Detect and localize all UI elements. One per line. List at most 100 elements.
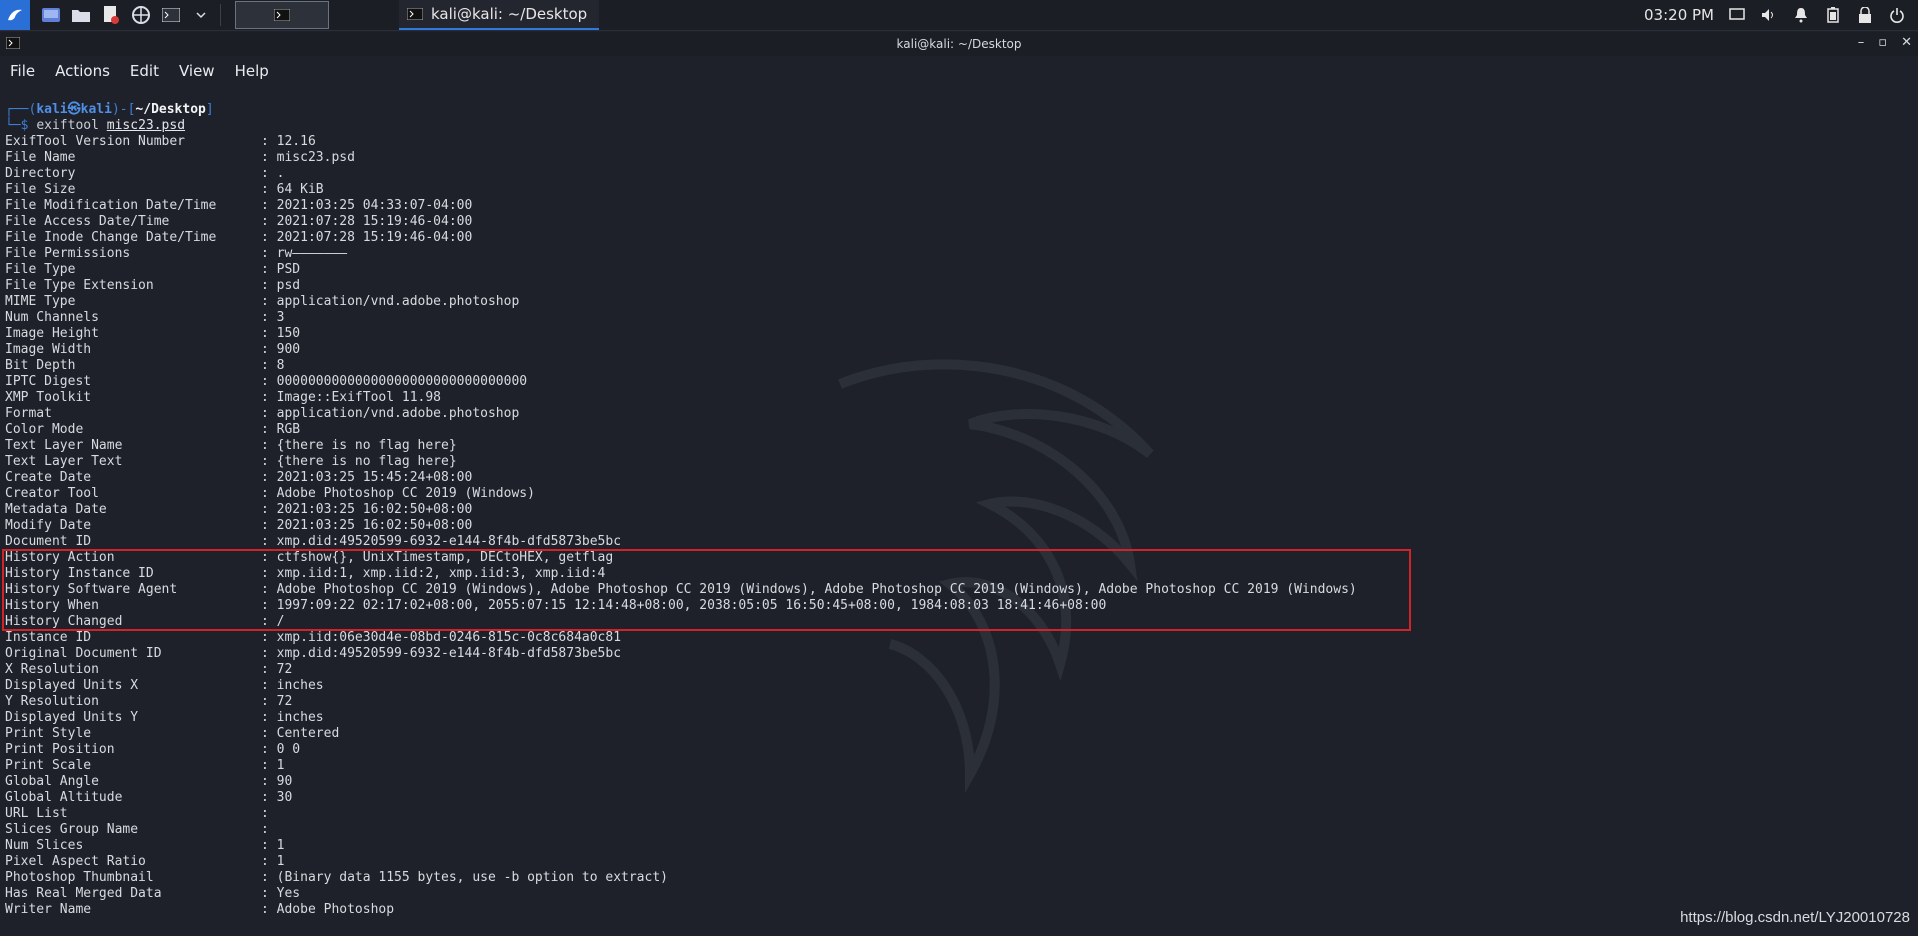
exif-value: : 90 [261, 774, 293, 789]
exif-key: File Type [5, 262, 76, 277]
prompt-user: kali㉿kali [36, 102, 112, 117]
exif-row: Document ID: xmp.did:49520599-6932-e144-… [5, 534, 1357, 550]
menu-file[interactable]: File [10, 62, 35, 80]
exif-key: Y Resolution [5, 694, 99, 709]
exif-key: Bit Depth [5, 358, 76, 373]
exif-value: : 1 [261, 854, 285, 869]
volume-icon[interactable] [1760, 6, 1778, 24]
exif-key: Photoshop Thumbnail [5, 870, 154, 885]
exif-key: IPTC Digest [5, 374, 92, 389]
exif-row: File Permissions: rw——————— [5, 246, 1357, 262]
exif-key: Has Real Merged Data [5, 886, 162, 901]
panel-separator [220, 4, 221, 26]
taskbar-window-button[interactable]: kali@kali: ~/Desktop [399, 0, 600, 30]
window-title: kali@kali: ~/Desktop [896, 37, 1022, 51]
exif-value: : Adobe Photoshop [261, 902, 395, 917]
exif-value: : 2021:03:25 15:45:24+08:00 [261, 470, 473, 485]
desktop-icon[interactable] [40, 5, 62, 25]
terminal-area[interactable]: ┌──(kali㉿kali)-[~/Desktop] └─$ exiftool … [0, 84, 1918, 936]
exif-row: Bit Depth: 8 [5, 358, 1357, 374]
lock-icon[interactable] [1856, 6, 1874, 24]
close-icon[interactable]: ✕ [1901, 35, 1912, 50]
exif-value: : Yes [261, 886, 301, 901]
exif-value: : (Binary data 1155 bytes, use -b option… [261, 870, 668, 885]
exif-key: Displayed Units Y [5, 710, 139, 725]
exif-key: Pixel Aspect Ratio [5, 854, 146, 869]
window-terminal-icon [6, 37, 20, 49]
prompt-line: ┌──(kali㉿kali)-[~/Desktop] [5, 102, 214, 117]
text-editor-icon[interactable] [100, 5, 122, 25]
exif-value: : application/vnd.adobe.photoshop [261, 294, 520, 309]
notification-bell-icon[interactable] [1792, 6, 1810, 24]
exif-key: Metadata Date [5, 502, 107, 517]
exif-key: Num Slices [5, 838, 84, 853]
exif-key: XMP Toolkit [5, 390, 92, 405]
minimize-icon[interactable]: – [1858, 35, 1865, 50]
system-tray: 03:20 PM [1644, 0, 1918, 30]
command-argument: misc23.psd [106, 118, 186, 133]
exif-value: : misc23.psd [261, 150, 355, 165]
exif-value: : 2021:03:25 16:02:50+08:00 [261, 502, 473, 517]
exif-row: File Type Extension: psd [5, 278, 1357, 294]
window-titlebar[interactable]: kali@kali: ~/Desktop – ▫ ✕ [0, 32, 1918, 56]
file-manager-icon[interactable] [70, 5, 92, 25]
terminal-icon[interactable] [160, 5, 182, 25]
kali-menu-button[interactable] [0, 0, 30, 30]
exif-row: Global Angle: 90 [5, 774, 1357, 790]
exif-key: File Access Date/Time [5, 214, 170, 229]
power-icon[interactable] [1888, 6, 1906, 24]
exif-value: : 0 0 [261, 742, 301, 757]
exif-value: : Centered [261, 726, 340, 741]
exif-row: Print Style: Centered [5, 726, 1357, 742]
exif-value: : Adobe Photoshop CC 2019 (Windows) [261, 486, 535, 501]
exif-value: : [261, 822, 269, 837]
command-name: exiftool [36, 118, 99, 133]
browser-icon[interactable] [130, 5, 152, 25]
exif-key: X Resolution [5, 662, 99, 677]
exif-key: File Type Extension [5, 278, 154, 293]
exif-row: Print Position: 0 0 [5, 742, 1357, 758]
exif-row: Print Scale: 1 [5, 758, 1357, 774]
exif-key: Image Height [5, 326, 99, 341]
exif-row: File Inode Change Date/Time: 2021:07:28 … [5, 230, 1357, 246]
workspace-switcher[interactable] [235, 1, 329, 29]
exif-key: Directory [5, 166, 76, 181]
chevron-down-icon[interactable] [190, 5, 212, 25]
exif-value: : 2021:03:25 16:02:50+08:00 [261, 518, 473, 533]
exif-row: Text Layer Text: {there is no flag here} [5, 454, 1357, 470]
exif-value: : {there is no flag here} [261, 454, 457, 469]
exif-value: : PSD [261, 262, 301, 277]
exif-key: File Permissions [5, 246, 131, 261]
exif-row: File Access Date/Time: 2021:07:28 15:19:… [5, 214, 1357, 230]
exif-row: Displayed Units Y: inches [5, 710, 1357, 726]
exif-key: Writer Name [5, 902, 92, 917]
exif-value: : {there is no flag here} [261, 438, 457, 453]
exif-key: Format [5, 406, 52, 421]
battery-icon[interactable] [1824, 6, 1842, 24]
exif-value: : 12.16 [261, 134, 316, 149]
exif-row: ExifTool Version Number : 12.16 [5, 134, 1357, 150]
exif-key: Original Document ID [5, 646, 162, 661]
exif-row: MIME Type: application/vnd.adobe.photosh… [5, 294, 1357, 310]
menu-edit[interactable]: Edit [130, 62, 159, 80]
menu-help[interactable]: Help [235, 62, 269, 80]
exif-value: : 72 [261, 662, 293, 677]
menu-view[interactable]: View [179, 62, 215, 80]
exif-row: Image Width: 900 [5, 342, 1357, 358]
exif-value: : inches [261, 678, 324, 693]
exif-value: : 64 KiB [261, 182, 324, 197]
exif-key: File Modification Date/Time [5, 198, 217, 213]
exif-value: : 00000000000000000000000000000000 [261, 374, 528, 389]
clock[interactable]: 03:20 PM [1644, 6, 1714, 24]
exif-row: Instance ID: xmp.iid:06e30d4e-08bd-0246-… [5, 630, 1357, 646]
display-icon[interactable] [1728, 6, 1746, 24]
exif-value: : 1 [261, 838, 285, 853]
menu-actions[interactable]: Actions [55, 62, 110, 80]
exif-value: : 150 [261, 326, 301, 341]
exif-row: Displayed Units X: inches [5, 678, 1357, 694]
maximize-icon[interactable]: ▫ [1878, 35, 1887, 50]
exif-value: : xmp.did:49520599-6932-e144-8f4b-dfd587… [261, 646, 622, 661]
exif-key: File Size [5, 182, 76, 197]
history-highlight-box [2, 549, 1411, 631]
exif-key: ExifTool Version Number [5, 134, 186, 149]
